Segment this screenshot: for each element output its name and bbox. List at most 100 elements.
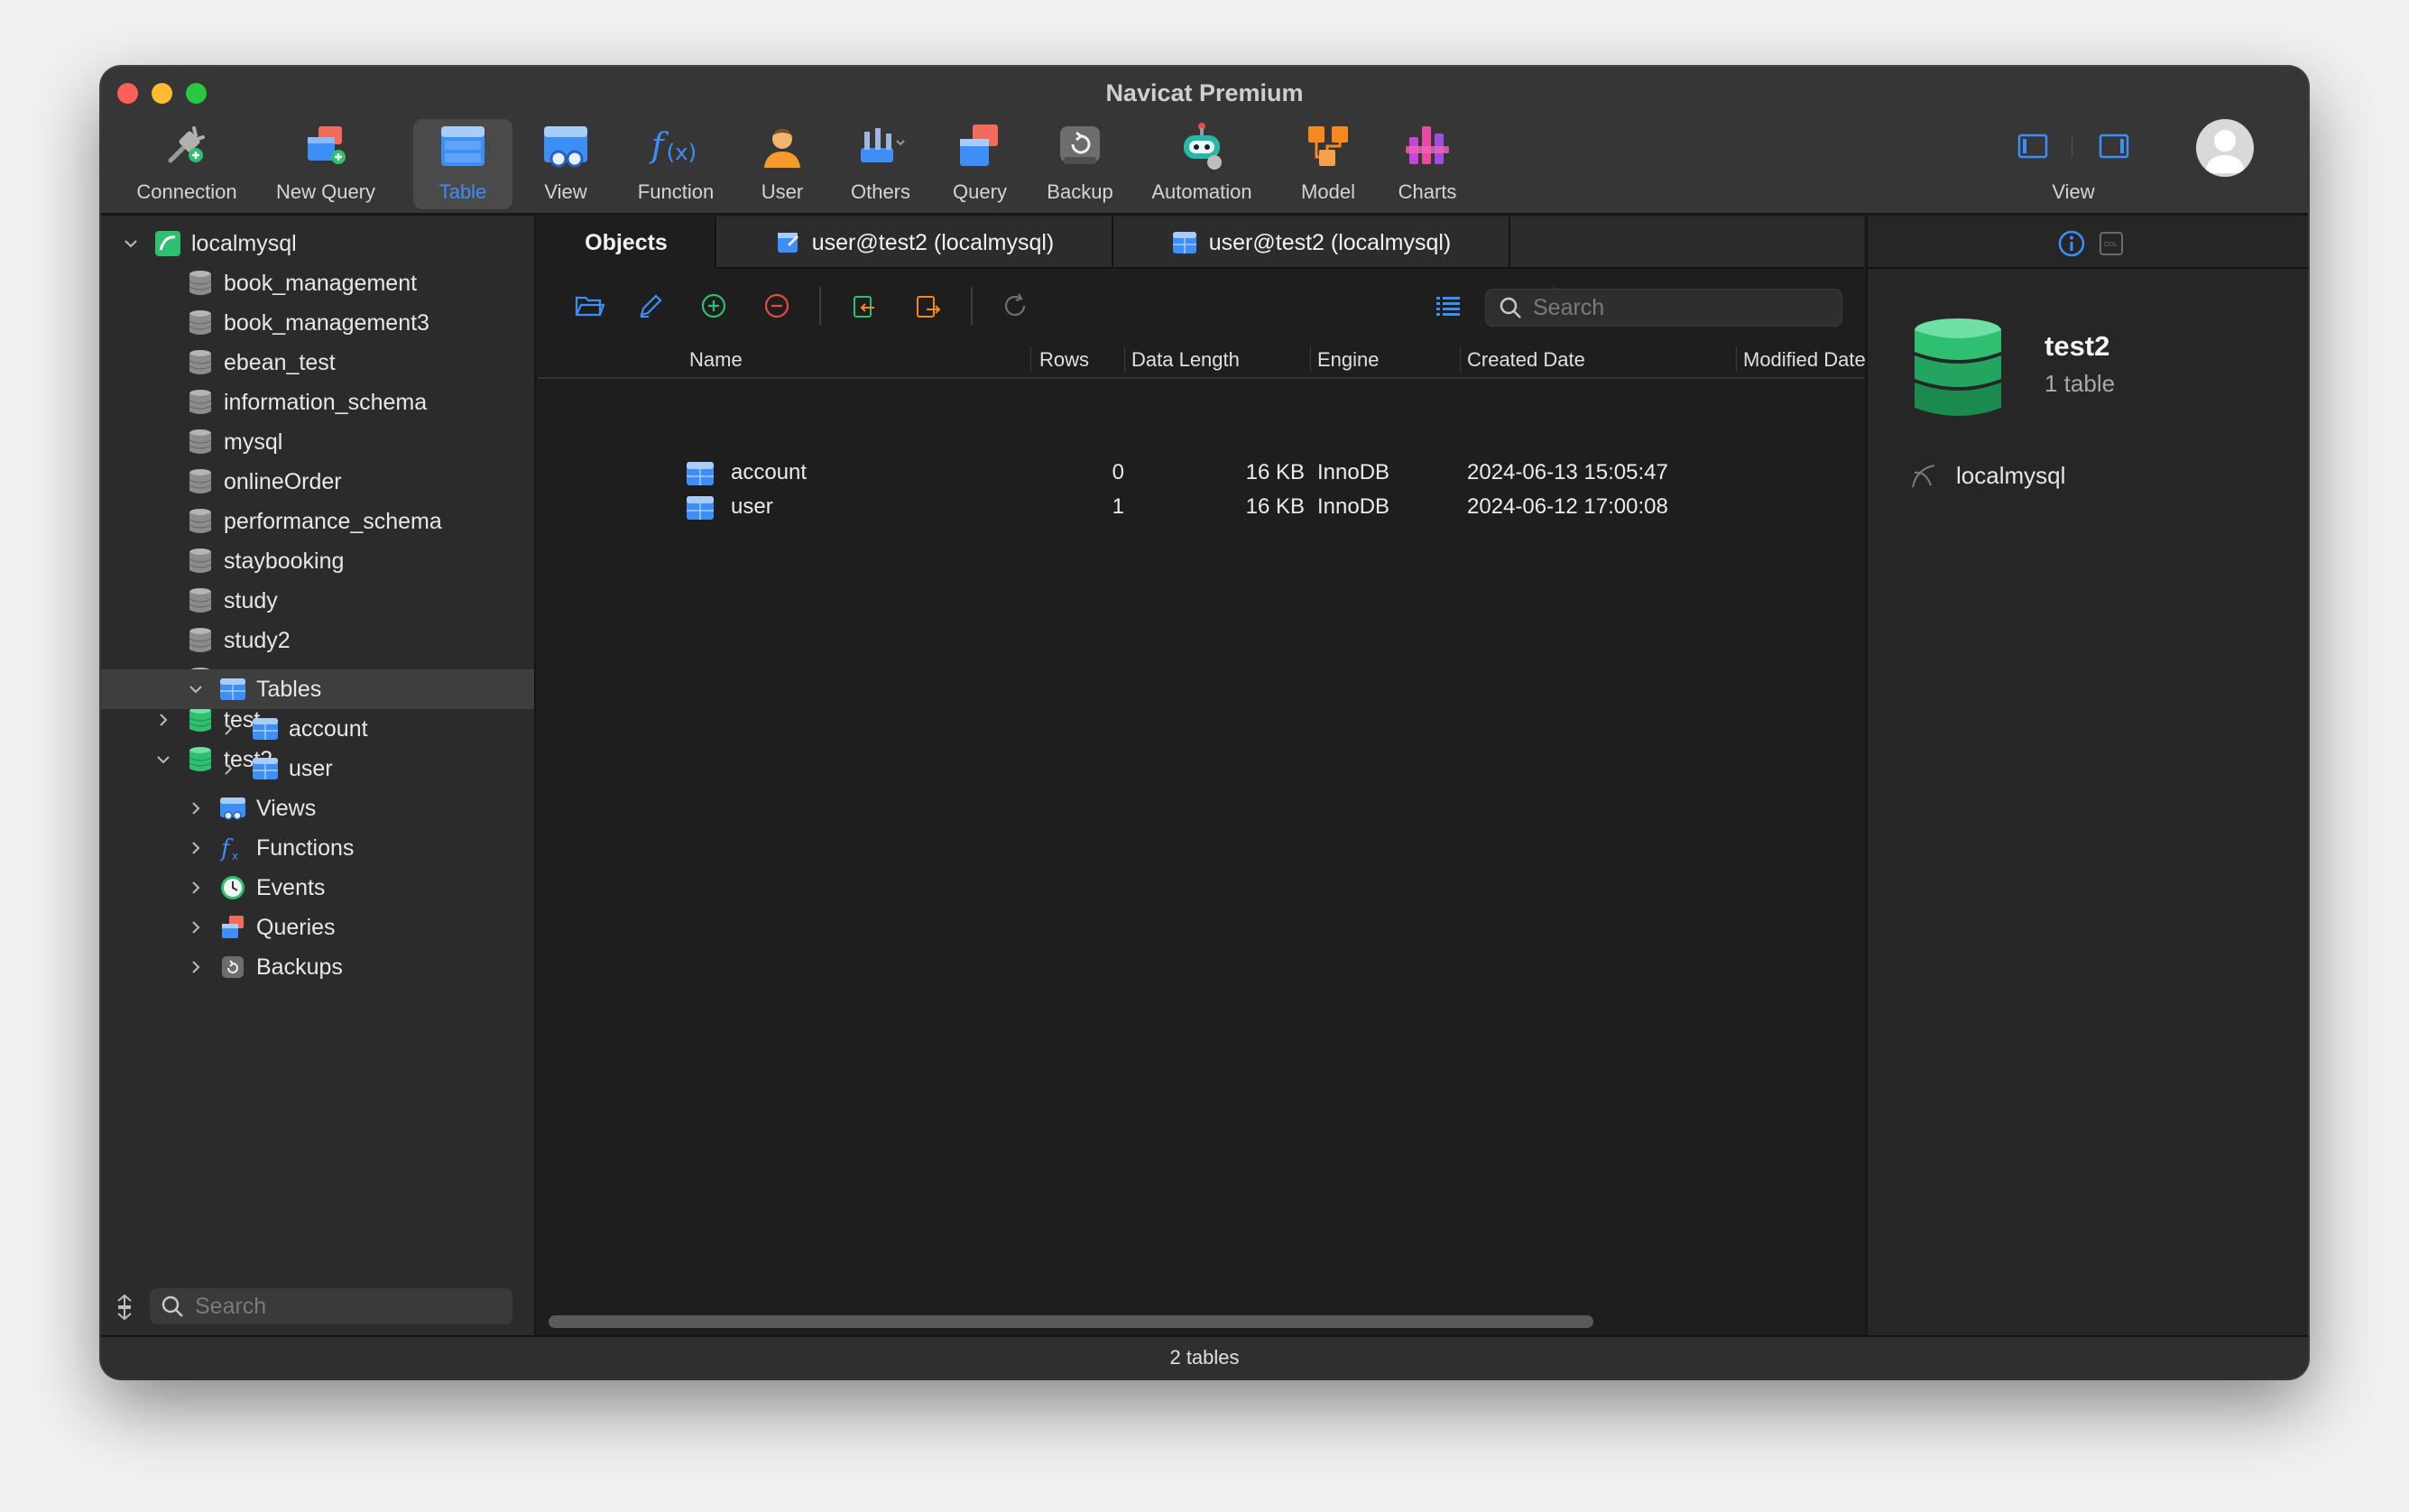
sidebar-item-book-management3[interactable]: book_management3: [101, 303, 534, 343]
folder-icon: [575, 296, 605, 317]
plus-circle-icon: [701, 293, 726, 318]
queries-group[interactable]: Queries: [101, 908, 534, 947]
info-db-subtitle: 1 table: [2044, 370, 2116, 397]
mysql-connection-icon: [153, 229, 182, 258]
column-header-created-date[interactable]: Created Date: [1467, 348, 1585, 372]
table-row[interactable]: account 0 16 KB InnoDB 2024-06-13 15:05:…: [538, 455, 1864, 489]
backup-icon: [218, 953, 247, 982]
others-button[interactable]: Others: [830, 119, 931, 209]
table-header: Name Rows Data Length Engine Created Dat…: [538, 339, 1959, 379]
chevron-right-icon[interactable]: [186, 798, 206, 818]
database-icon: [1915, 318, 2001, 416]
function-button[interactable]: f (x) Function: [617, 119, 734, 209]
account-avatar[interactable]: [2196, 119, 2254, 177]
view-button[interactable]: View: [525, 119, 606, 209]
sidebar-item-study[interactable]: study: [101, 581, 534, 621]
filter-icon[interactable]: [114, 1294, 135, 1321]
horizontal-scrollbar[interactable]: [549, 1315, 1593, 1328]
query-button[interactable]: Query: [937, 119, 1023, 209]
column-header-modified-date[interactable]: Modified Date: [1743, 348, 1866, 372]
info-icon[interactable]: [2057, 229, 2086, 258]
query-icon: [952, 119, 1008, 173]
open-table-button[interactable]: [572, 289, 606, 323]
status-bar: 2 tables: [101, 1335, 2308, 1378]
model-button[interactable]: Model: [1283, 119, 1373, 209]
robot-icon: [1174, 119, 1230, 173]
cell-data-length: 16 KB: [1245, 494, 1305, 519]
objects-search-input[interactable]: [1533, 294, 1822, 321]
sidebar-table-account[interactable]: account: [101, 709, 534, 749]
automation-button[interactable]: Automation: [1126, 119, 1278, 209]
tables-icon: [218, 675, 247, 704]
connection-button[interactable]: Connection: [114, 119, 260, 209]
table-button[interactable]: Table: [413, 119, 512, 209]
charts-button[interactable]: Charts: [1382, 119, 1472, 209]
chevron-right-icon[interactable]: [218, 759, 238, 779]
clock-icon: [218, 873, 247, 902]
backups-group[interactable]: Backups: [101, 947, 534, 987]
sidebar-item-mysql[interactable]: mysql: [101, 422, 534, 462]
objects-search[interactable]: [1485, 289, 1842, 327]
database-icon: [186, 388, 215, 417]
charts-icon: [1399, 119, 1455, 173]
sidebar-table-user[interactable]: user: [101, 749, 534, 788]
chevron-down-icon[interactable]: [121, 234, 141, 254]
new-query-button[interactable]: New Query: [249, 119, 402, 209]
app-window: Navicat Premium Connection New Query Tab…: [101, 67, 2308, 1378]
sidebar-item-information-schema[interactable]: information_schema: [101, 383, 534, 422]
export-button[interactable]: [911, 289, 946, 323]
sidebar-item-book-management[interactable]: book_management: [101, 263, 534, 303]
database-icon: [186, 626, 215, 655]
column-header-data-length[interactable]: Data Length: [1131, 348, 1240, 372]
tab-table-user[interactable]: user@test2 (localmysql): [1113, 217, 1510, 269]
functions-group[interactable]: fx Functions: [101, 828, 534, 868]
chevron-right-icon[interactable]: [218, 719, 238, 739]
sidebar-item-performance-schema[interactable]: performance_schema: [101, 502, 534, 541]
info-db-name: test2: [2044, 330, 2110, 362]
svg-text:x: x: [232, 850, 238, 862]
chevron-down-icon[interactable]: [186, 679, 206, 699]
design-table-button[interactable]: [633, 289, 668, 323]
user-icon: [754, 119, 810, 173]
tab-objects[interactable]: Objects: [538, 217, 716, 269]
refresh-button[interactable]: [998, 289, 1032, 323]
new-query-icon: [298, 119, 354, 173]
cell-name: user: [731, 494, 773, 519]
column-header-engine[interactable]: Engine: [1317, 348, 1380, 372]
sidebar-item-ebean-test[interactable]: ebean_test: [101, 343, 534, 383]
export-icon: [917, 296, 941, 318]
database-icon: [186, 467, 215, 496]
user-button[interactable]: User: [742, 119, 823, 209]
tables-group[interactable]: Tables: [101, 669, 534, 709]
sidebar-item-study2[interactable]: study2: [101, 621, 534, 660]
info-panel: DDL test2 1 table localmysql: [1866, 217, 2308, 1335]
delete-table-button[interactable]: [760, 289, 794, 323]
column-header-rows[interactable]: Rows: [1039, 348, 1089, 372]
navigation-sidebar: localmysql book_management book_managemen…: [101, 217, 536, 1335]
ddl-icon[interactable]: DDL: [2099, 231, 2124, 256]
import-button[interactable]: [848, 289, 882, 323]
events-group[interactable]: Events: [101, 868, 534, 908]
chevron-right-icon[interactable]: [186, 957, 206, 977]
sidebar-search-input[interactable]: [195, 1293, 484, 1320]
minus-circle-icon: [764, 293, 789, 318]
pencil-icon: [640, 294, 662, 318]
toggle-left-panel-icon[interactable]: [2010, 128, 2137, 164]
tab-query-user[interactable]: user@test2 (localmysql): [716, 217, 1113, 269]
function-icon: f (x): [648, 119, 704, 173]
tab-bar: Objects user@test2 (localmysql) user@tes…: [538, 217, 1864, 269]
backup-button[interactable]: Backup: [1032, 119, 1128, 209]
views-group[interactable]: Views: [101, 788, 534, 828]
chevron-right-icon[interactable]: [186, 917, 206, 937]
toolbar: Navicat Premium Connection New Query Tab…: [101, 67, 2308, 215]
sidebar-item-staybooking[interactable]: staybooking: [101, 541, 534, 581]
sidebar-search[interactable]: [150, 1288, 512, 1324]
sidebar-item-onlineorder[interactable]: onlineOrder: [101, 462, 534, 502]
chevron-right-icon[interactable]: [186, 838, 206, 858]
column-header-name[interactable]: Name: [689, 348, 743, 372]
list-view-button[interactable]: [1431, 289, 1465, 323]
connection-node[interactable]: localmysql: [101, 224, 534, 263]
table-row[interactable]: user 1 16 KB InnoDB 2024-06-12 17:00:08: [538, 489, 1864, 523]
new-table-button[interactable]: [697, 289, 731, 323]
chevron-right-icon[interactable]: [186, 878, 206, 898]
